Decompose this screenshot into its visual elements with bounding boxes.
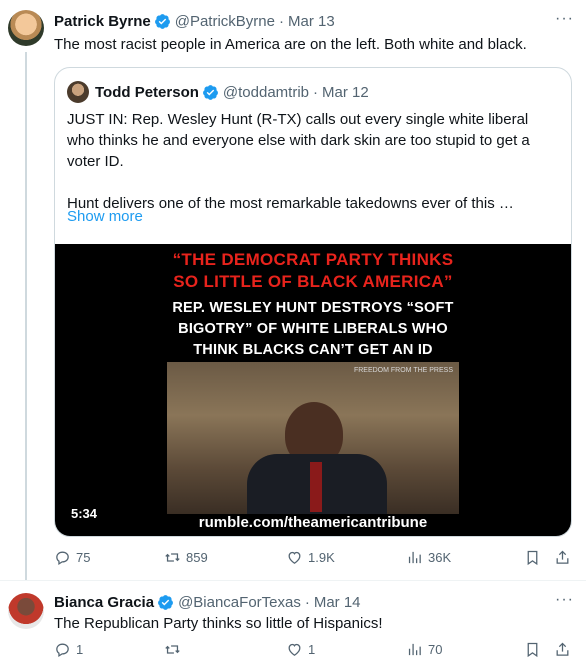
video-player[interactable]: “THE DEMOCRAT PARTY THINKS SO LITTLE OF … [55, 244, 571, 536]
reply-icon [56, 551, 69, 565]
author-name[interactable]: Todd Peterson [95, 84, 199, 101]
views-icon [408, 643, 421, 655]
like-button[interactable]: 1 [286, 639, 315, 659]
repost-icon [165, 644, 180, 654]
reply-button[interactable]: 1 [54, 639, 83, 659]
quoted-tweet-text: JUST IN: Rep. Wesley Hunt (R-TX) calls o… [67, 109, 559, 214]
bookmark-icon [527, 642, 538, 657]
tweet-header: Patrick Byrne @PatrickByrne · Mar 13 [54, 11, 335, 31]
verified-badge-icon [202, 84, 218, 100]
video-frame: FREEDOM FROM THE PRESS [167, 362, 459, 514]
separator: · [278, 12, 284, 30]
author-handle[interactable]: @toddamtrib [223, 84, 309, 101]
repost-count: 859 [186, 549, 208, 565]
quoted-tweet-header: Todd Peterson @toddamtrib · Mar 12 [67, 81, 369, 103]
tweet-date[interactable]: Mar 14 [314, 594, 361, 611]
author-handle[interactable]: @BiancaForTexas [178, 594, 301, 611]
action-bar: 75 859 1.9K 36K [54, 547, 574, 567]
tweet-patrick-byrne[interactable]: Patrick Byrne @PatrickByrne · Mar 13 ···… [0, 0, 586, 580]
share-button[interactable] [554, 547, 571, 567]
share-button[interactable] [554, 639, 571, 659]
like-icon [288, 643, 301, 656]
verified-badge-icon [158, 594, 173, 610]
speaker-tie [310, 462, 322, 512]
video-headline-white: REP. WESLEY HUNT DESTROYS “SOFT [172, 300, 454, 316]
action-bar: 1 1 70 [54, 639, 574, 659]
video-source-url: rumble.com/theamericantribune [198, 514, 428, 531]
like-button[interactable]: 1.9K [286, 547, 335, 567]
separator: · [304, 593, 310, 611]
video-headline-red: “THE DEMOCRAT PARTY THINKS [172, 250, 454, 269]
separator: · [313, 83, 319, 101]
reply-count: 75 [76, 549, 91, 565]
repost-button[interactable]: 859 [164, 547, 208, 567]
tweet-date[interactable]: Mar 13 [288, 13, 335, 30]
share-icon [556, 642, 569, 656]
video-headline-red: SO LITTLE OF BLACK AMERICA” [173, 272, 453, 291]
tweet-bianca-gracia[interactable]: Bianca Gracia @BiancaForTexas · Mar 14 ·… [0, 580, 586, 664]
thread-line [25, 52, 27, 580]
views-count: 36K [428, 549, 452, 565]
like-icon [288, 551, 301, 564]
quoted-paragraph-1: JUST IN: Rep. Wesley Hunt (R-TX) calls o… [67, 111, 530, 170]
views-icon [408, 551, 421, 563]
show-more-link[interactable]: Show more [67, 208, 143, 225]
views-count: 70 [428, 641, 443, 657]
avatar[interactable] [8, 10, 44, 46]
author-name[interactable]: Patrick Byrne [54, 13, 151, 30]
like-count: 1.9K [308, 549, 335, 565]
more-icon[interactable]: ··· [555, 591, 574, 609]
reply-icon [56, 643, 69, 657]
bookmark-button[interactable] [524, 639, 541, 659]
more-icon[interactable]: ··· [555, 10, 574, 28]
tweet-date[interactable]: Mar 12 [322, 84, 369, 101]
avatar[interactable] [8, 593, 44, 629]
bookmark-icon [527, 550, 538, 565]
author-name[interactable]: Bianca Gracia [54, 594, 154, 611]
video-watermark: FREEDOM FROM THE PRESS [353, 367, 453, 374]
reply-count: 1 [76, 641, 84, 657]
reply-button[interactable]: 75 [54, 547, 90, 567]
tweet-text: The Republican Party thinks so little of… [54, 615, 383, 632]
verified-badge-icon [154, 13, 170, 29]
tweet-header: Bianca Gracia @BiancaForTexas · Mar 14 [54, 592, 361, 612]
like-count: 1 [308, 641, 316, 657]
tweet-text: The most racist people in America are on… [54, 36, 527, 53]
views-button[interactable]: 70 [406, 639, 442, 659]
repost-button[interactable] [164, 639, 186, 659]
views-button[interactable]: 36K [406, 547, 451, 567]
video-headline-white: THINK BLACKS CAN’T GET AN ID [193, 342, 433, 358]
quoted-tweet[interactable]: Todd Peterson @toddamtrib · Mar 12 JUST … [54, 67, 572, 537]
share-icon [556, 550, 569, 564]
author-handle[interactable]: @PatrickByrne [175, 13, 275, 30]
avatar[interactable] [67, 81, 89, 103]
repost-icon [165, 552, 180, 562]
bookmark-button[interactable] [524, 547, 541, 567]
video-headline-white: BIGOTRY” OF WHITE LIBERALS WHO [178, 321, 448, 337]
